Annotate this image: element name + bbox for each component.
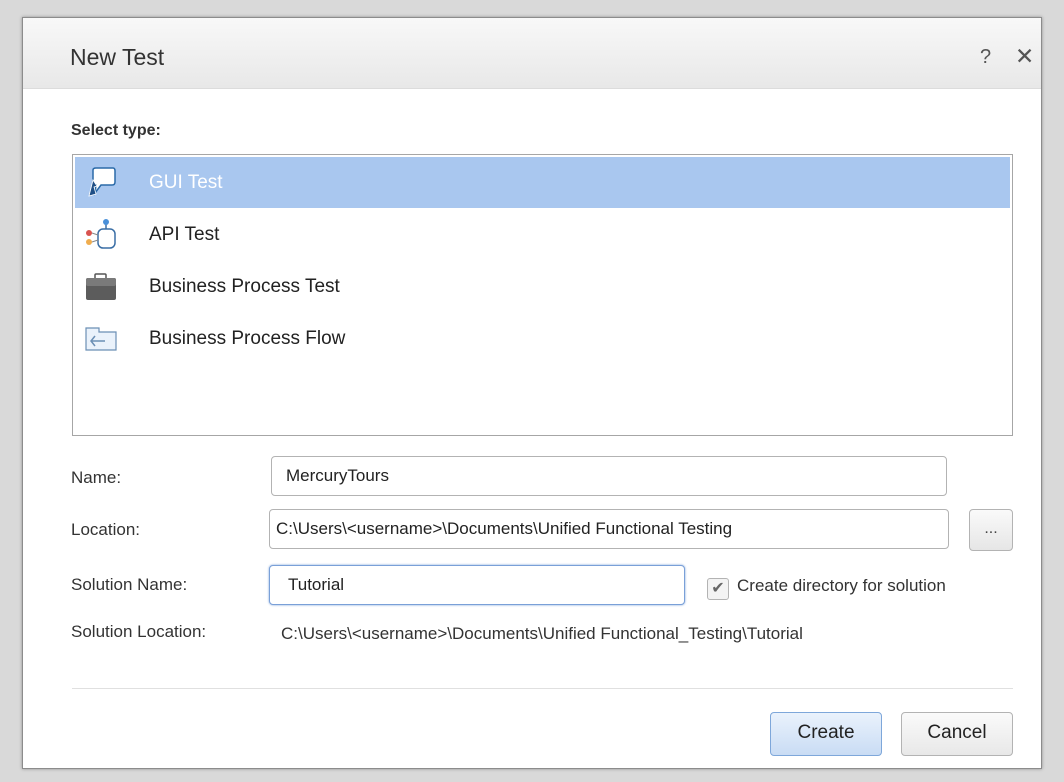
- type-item-business-process-test[interactable]: Business Process Test: [75, 261, 1010, 312]
- briefcase-icon: [86, 273, 116, 300]
- new-test-dialog: New Test ? ✕ Select type: GUI Test API T…: [22, 17, 1042, 769]
- create-button[interactable]: Create: [770, 712, 882, 756]
- dialog-title: New Test: [70, 44, 165, 70]
- cancel-button[interactable]: Cancel: [901, 712, 1013, 756]
- process-flow-icon: [85, 327, 117, 351]
- solution-location-label: Solution Location:: [71, 622, 207, 641]
- type-item-label: API Test: [149, 224, 220, 245]
- dialog-titlebar: New Test ? ✕: [23, 18, 1041, 89]
- gui-test-icon: [88, 167, 116, 197]
- footer-divider: [72, 688, 1013, 689]
- help-button[interactable]: ?: [980, 46, 991, 69]
- type-item-business-process-flow[interactable]: Business Process Flow: [75, 313, 1010, 364]
- type-item-label: Business Process Test: [149, 276, 340, 297]
- type-item-label: GUI Test: [149, 172, 223, 193]
- close-button[interactable]: ✕: [1015, 43, 1034, 70]
- api-test-icon: [86, 219, 116, 249]
- type-item-gui-test[interactable]: GUI Test: [75, 157, 1010, 208]
- solution-name-label: Solution Name:: [71, 575, 188, 594]
- select-type-label: Select type:: [71, 122, 161, 139]
- create-directory-checkbox[interactable]: ✔: [707, 578, 729, 600]
- create-directory-label: Create directory for solution: [737, 576, 946, 595]
- type-item-label: Business Process Flow: [149, 328, 346, 349]
- browse-button[interactable]: ...: [969, 509, 1013, 551]
- solution-name-input[interactable]: [269, 565, 685, 605]
- solution-location-value: C:\Users\<username>\Documents\Unified Fu…: [281, 624, 803, 643]
- type-item-api-test[interactable]: API Test: [75, 209, 1010, 260]
- location-input[interactable]: [269, 509, 949, 549]
- location-label: Location:: [71, 520, 140, 539]
- name-label: Name:: [71, 468, 122, 487]
- test-type-list[interactable]: GUI Test API Test Business Process Test: [72, 154, 1013, 436]
- name-input[interactable]: [271, 456, 947, 496]
